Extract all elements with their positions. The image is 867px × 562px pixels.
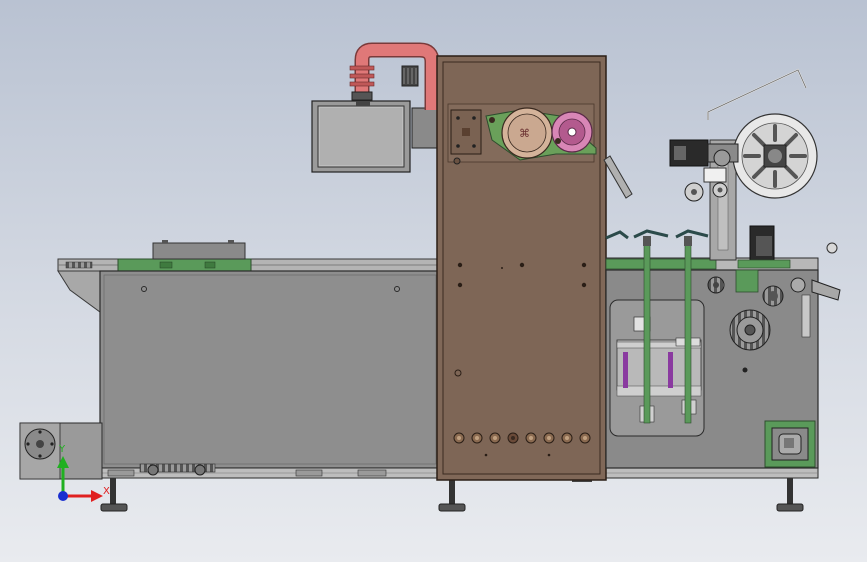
- triad-x-label: X: [103, 486, 110, 497]
- film-guide-arm: [603, 155, 633, 199]
- green-shaft-1: [643, 244, 651, 424]
- foot-middle: [438, 478, 466, 512]
- right-forming-station: [605, 229, 841, 469]
- triad-y-label: Y: [58, 444, 66, 455]
- triad-origin: [58, 491, 68, 501]
- outfeed-guide-rail: [605, 258, 717, 270]
- hmi-mount-bracket: [411, 107, 441, 149]
- triad-x-arrow: [91, 490, 103, 502]
- purple-rod-right: [668, 352, 673, 388]
- svg-text:⌘: ⌘: [519, 127, 530, 140]
- film-unwind-unit: [669, 68, 838, 269]
- green-shaft-2: [684, 244, 692, 424]
- hmi-touch-screen: [311, 100, 441, 173]
- foot-right: [776, 478, 804, 512]
- film-guide-wire: [707, 68, 807, 120]
- infeed-nose: [57, 270, 101, 313]
- purple-rod-left: [623, 352, 628, 388]
- machine-cad-drawing: ⌘ Y X: [19, 42, 841, 512]
- infeed-plate: [152, 242, 246, 260]
- clamp-handles: [605, 229, 709, 246]
- leveling-feet: [100, 478, 804, 512]
- infeed-guide-rail: [117, 258, 252, 272]
- left-cabinet-panel: [99, 270, 441, 469]
- outfeed-motor-box: [764, 420, 816, 468]
